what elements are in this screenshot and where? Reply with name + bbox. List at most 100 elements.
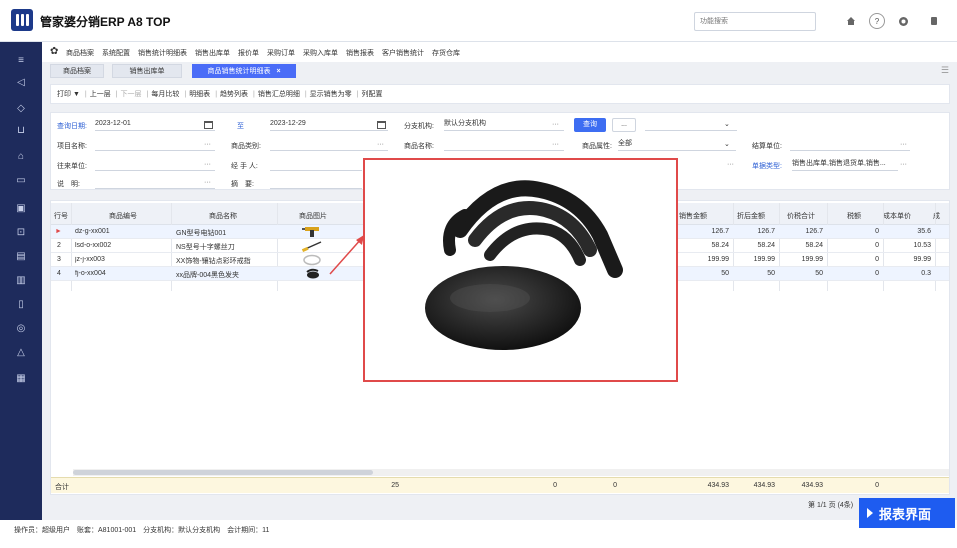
project-input[interactable] bbox=[95, 138, 215, 151]
home-icon[interactable] bbox=[843, 13, 859, 29]
doc-type-picker-icon[interactable]: ··· bbox=[900, 161, 907, 168]
handler-input[interactable] bbox=[270, 158, 362, 171]
summary-input[interactable] bbox=[270, 176, 362, 189]
menu-item[interactable]: 系统配置 bbox=[102, 48, 130, 58]
query-button[interactable]: 查询 bbox=[574, 118, 606, 132]
cell-discounted: 50 bbox=[767, 270, 775, 277]
image-preview bbox=[363, 158, 678, 382]
category-picker-icon[interactable]: ··· bbox=[377, 141, 384, 148]
doc-type-label: 单据类型: bbox=[752, 163, 782, 170]
menu-item[interactable]: 客户销售统计 bbox=[382, 48, 424, 58]
tab-product-archive[interactable]: 商品档案 bbox=[50, 64, 104, 78]
tab-list-icon[interactable]: ☰ bbox=[941, 65, 949, 76]
cell-no: 4 bbox=[57, 270, 61, 277]
send-icon[interactable]: ◁ bbox=[13, 74, 29, 90]
close-icon[interactable]: × bbox=[276, 68, 280, 75]
menu-item[interactable]: 采购入库单 bbox=[303, 48, 338, 58]
menu-item[interactable]: 商品档案 bbox=[66, 48, 94, 58]
report-icon[interactable]: ▣ bbox=[13, 200, 29, 216]
play-icon bbox=[867, 508, 873, 518]
unit-picker-icon[interactable]: ··· bbox=[204, 161, 211, 168]
menu-item[interactable]: 报价单 bbox=[238, 48, 259, 58]
end-date-input[interactable]: 2023-12-29 bbox=[270, 118, 388, 131]
doc-picker-icon[interactable]: ··· bbox=[727, 161, 734, 168]
menu-item[interactable]: 销售出库单 bbox=[195, 48, 230, 58]
row-marker-icon: ► bbox=[55, 228, 62, 235]
remark-input[interactable] bbox=[95, 176, 215, 189]
settings-icon[interactable] bbox=[895, 13, 911, 29]
footer-v1: 0 bbox=[553, 482, 557, 489]
calendar-icon[interactable] bbox=[204, 121, 213, 129]
cell-no: 3 bbox=[57, 256, 61, 263]
product-name-input[interactable] bbox=[444, 138, 564, 151]
sales-summary-button[interactable]: 销售汇总明细 bbox=[258, 89, 300, 99]
remark-picker-icon[interactable]: ··· bbox=[204, 179, 211, 186]
document-icon[interactable]: ▭ bbox=[13, 172, 29, 188]
calendar-icon[interactable] bbox=[377, 121, 386, 129]
horizontal-scrollbar[interactable] bbox=[73, 469, 949, 476]
chevron-down-icon[interactable]: ⌄ bbox=[724, 120, 730, 128]
unit-input[interactable] bbox=[95, 158, 215, 171]
tab-sales-statistics[interactable]: 商品销售统计明细表 × bbox=[192, 64, 296, 78]
settle-unit-picker-icon[interactable]: ··· bbox=[900, 141, 907, 148]
bank-icon[interactable]: ⌂ bbox=[13, 148, 29, 164]
app-title: 管家婆分销ERP A8 TOP bbox=[40, 15, 171, 29]
menu-item[interactable]: 采购订单 bbox=[267, 48, 295, 58]
detail-button[interactable]: 明细表 bbox=[189, 89, 210, 99]
cart-icon[interactable]: ⊔ bbox=[13, 122, 29, 138]
project-picker-icon[interactable]: ··· bbox=[204, 141, 211, 148]
settings-circle-icon[interactable]: ◎ bbox=[13, 320, 29, 336]
function-search-input[interactable]: 功能搜索 bbox=[694, 12, 816, 31]
prev-level-button[interactable]: 上一层 bbox=[90, 89, 111, 99]
branch-picker-icon[interactable]: ··· bbox=[552, 121, 559, 128]
top-header: 管家婆分销ERP A8 TOP 功能搜索 ? bbox=[0, 0, 957, 42]
monthly-compare-button[interactable]: 每月比较 bbox=[151, 89, 179, 99]
branch-input[interactable]: 默认分支机构 bbox=[444, 118, 564, 131]
doc-type-input[interactable]: 销售出库单,销售退货单,销售... bbox=[792, 158, 898, 171]
show-zero-sales-button[interactable]: 显示销售为零 bbox=[310, 89, 352, 99]
col-header[interactable]: 行号 bbox=[54, 211, 68, 221]
tab-sales-outbound[interactable]: 销售出库单 bbox=[112, 64, 182, 78]
attribute-select[interactable]: 全部 bbox=[618, 138, 736, 151]
col-header[interactable]: 税额 bbox=[847, 211, 861, 221]
settle-unit-input[interactable] bbox=[790, 138, 910, 151]
list-icon[interactable]: ▤ bbox=[13, 248, 29, 264]
chevron-down-icon[interactable]: ⌄ bbox=[724, 140, 730, 148]
column-config-button[interactable]: 列配置 bbox=[362, 89, 383, 99]
menu-gear-icon[interactable]: ✿ bbox=[50, 46, 58, 57]
col-header[interactable]: 折后金额 bbox=[737, 211, 765, 221]
col-header[interactable]: 价税合计 bbox=[787, 211, 815, 221]
footer-label: 合计 bbox=[55, 484, 69, 491]
scrollbar-thumb[interactable] bbox=[73, 470, 373, 475]
start-date-input[interactable]: 2023-12-01 bbox=[95, 118, 215, 131]
product-picker-icon[interactable]: ··· bbox=[552, 141, 559, 148]
next-level-button[interactable]: 下一层 bbox=[121, 89, 142, 99]
clipboard-icon[interactable]: ▯ bbox=[13, 296, 29, 312]
help-icon[interactable]: ? bbox=[869, 13, 885, 29]
menu-item[interactable]: 销售报表 bbox=[346, 48, 374, 58]
handler-label: 经 手 人: bbox=[231, 163, 258, 170]
menu-items: 商品档案 系统配置 销售统计明细表 销售出库单 报价单 采购订单 采购入库单 销… bbox=[66, 48, 460, 58]
chart-icon[interactable]: ⊡ bbox=[13, 224, 29, 240]
cell-total: 199.99 bbox=[801, 256, 823, 263]
cell-tax: 0 bbox=[875, 270, 879, 277]
footer-tax: 0 bbox=[875, 482, 879, 489]
cell-code: jz-j-xx003 bbox=[75, 256, 105, 263]
print-button[interactable]: 打印 ▼ bbox=[57, 89, 80, 99]
menu-toggle-icon[interactable]: ≡ bbox=[13, 52, 29, 68]
menu-item[interactable]: 存货仓库 bbox=[432, 48, 460, 58]
more-icon[interactable] bbox=[926, 13, 942, 29]
col-header[interactable]: 销售金额 bbox=[679, 211, 707, 221]
warning-icon[interactable]: △ bbox=[13, 344, 29, 360]
grid-icon[interactable]: ▦ bbox=[13, 370, 29, 386]
col-header[interactable]: 商品名称 bbox=[209, 211, 237, 221]
trend-list-button[interactable]: 趋势列表 bbox=[220, 89, 248, 99]
category-input[interactable] bbox=[270, 138, 388, 151]
menu-item[interactable]: 销售统计明细表 bbox=[138, 48, 187, 58]
more-button[interactable]: ... bbox=[612, 118, 636, 132]
invoice-icon[interactable]: ▥ bbox=[13, 272, 29, 288]
col-header[interactable]: 成本单价 bbox=[883, 211, 911, 221]
col-header[interactable]: 商品编号 bbox=[109, 211, 137, 221]
tag-icon[interactable]: ◇ bbox=[13, 100, 29, 116]
col-header[interactable]: 商品图片 bbox=[299, 211, 327, 221]
